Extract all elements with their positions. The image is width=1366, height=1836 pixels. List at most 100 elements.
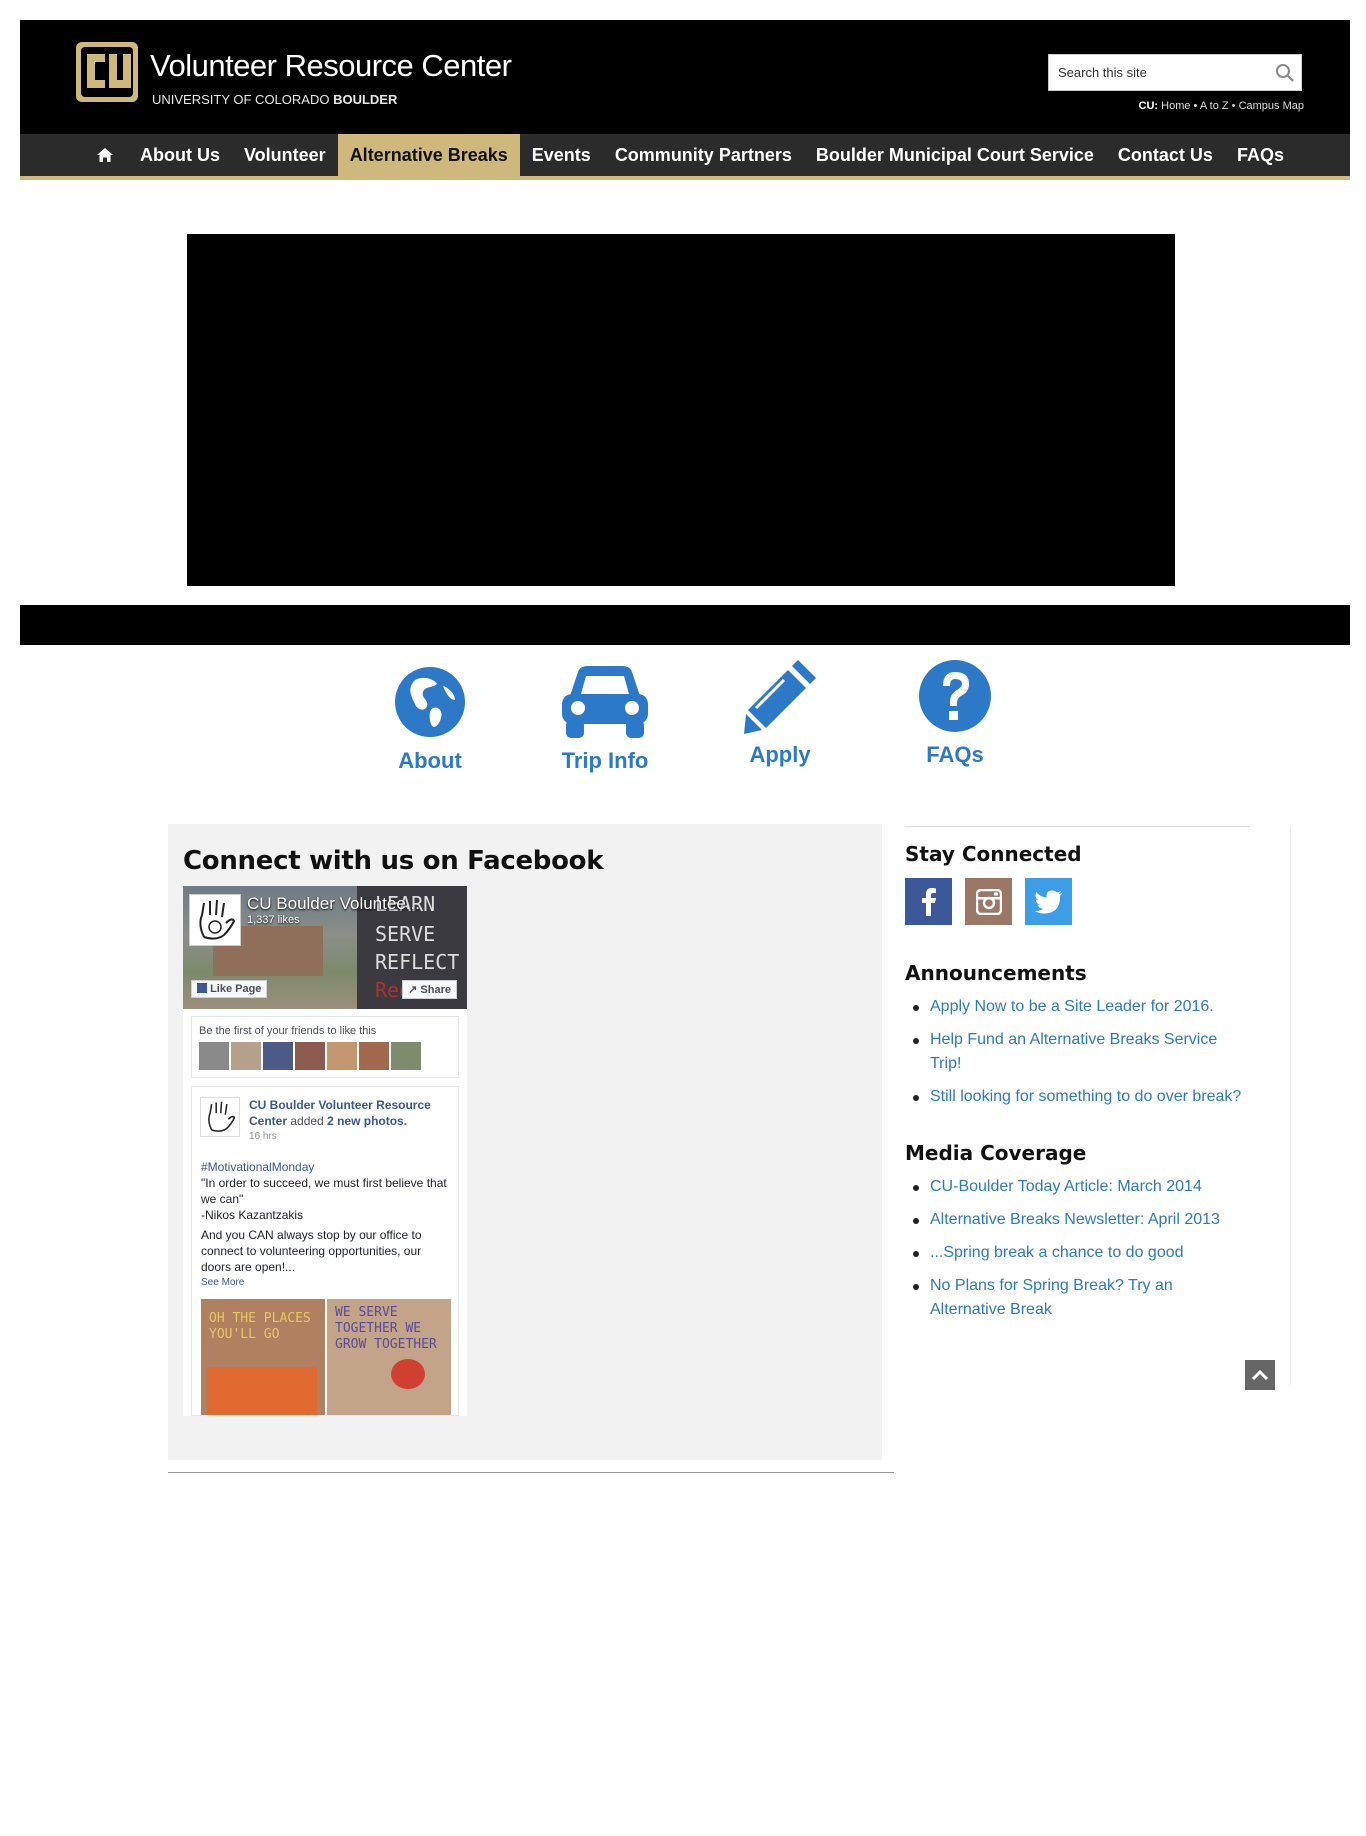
chevron-up-icon [1251, 1369, 1269, 1381]
post-text: And you CAN always stop by our office to… [201, 1228, 422, 1274]
friend-avatar[interactable] [391, 1042, 421, 1070]
pencil-icon [744, 660, 816, 734]
post-photos-link[interactable]: 2 new photos. [327, 1114, 407, 1128]
hero-video[interactable] [187, 234, 1175, 586]
announcement-link[interactable]: Apply Now to be a Site Leader for 2016. [905, 995, 1250, 1019]
media-link[interactable]: Alternative Breaks Newsletter: April 201… [905, 1208, 1250, 1232]
black-band [20, 605, 1350, 645]
quick-link-faqs-label: FAQs [926, 742, 984, 767]
search-icon[interactable] [1275, 63, 1295, 83]
search-input[interactable] [1049, 55, 1259, 90]
media-link[interactable]: ...Spring break a chance to do good [905, 1241, 1250, 1265]
site-title[interactable]: Volunteer Resource Center [150, 48, 512, 84]
post-time[interactable]: 16 hrs [249, 1131, 277, 1142]
friend-faces [199, 1042, 421, 1070]
announcement-link[interactable]: Help Fund an Alternative Breaks Service … [905, 1028, 1250, 1076]
quick-link-faqs[interactable]: FAQs [905, 656, 1005, 768]
util-az-link[interactable]: A to Z [1200, 100, 1229, 112]
twitter-link[interactable] [1025, 878, 1072, 925]
home-icon [97, 148, 113, 162]
post-photo[interactable]: OH THE PLACES YOU'LL GO [201, 1299, 325, 1415]
share-arrow-icon: ↗ [408, 984, 418, 996]
hand-logo-icon [208, 1101, 236, 1132]
friend-avatar[interactable] [263, 1042, 293, 1070]
post-body: #MotivationalMonday "In order to succeed… [201, 1159, 451, 1291]
post-photos: OH THE PLACES YOU'LL GO WE SERVE TOGETHE… [201, 1299, 451, 1415]
friend-avatar[interactable] [295, 1042, 325, 1070]
post-action: added [287, 1114, 328, 1128]
us-map-shape [207, 1367, 317, 1415]
friend-avatar[interactable] [199, 1042, 229, 1070]
sign-line: REFLECT [375, 950, 460, 974]
post-quote: "In order to succeed, we must first beli… [201, 1176, 447, 1206]
subtitle-bold: BOULDER [333, 92, 398, 107]
search-box [1048, 54, 1302, 91]
util-sep: • [1228, 100, 1239, 112]
sign-line: SERVE [375, 922, 436, 946]
nav-community-partners[interactable]: Community Partners [603, 134, 804, 176]
quick-link-apply[interactable]: Apply [730, 656, 830, 768]
util-home-link[interactable]: Home [1161, 100, 1190, 112]
nav-about-us[interactable]: About Us [128, 134, 232, 176]
util-prefix: CU: [1138, 100, 1159, 112]
util-map-link[interactable]: Campus Map [1239, 100, 1304, 112]
announcement-link[interactable]: Still looking for something to do over b… [905, 1085, 1250, 1109]
globe-icon [395, 667, 465, 737]
post-hashtag[interactable]: #MotivationalMonday [201, 1159, 451, 1175]
main-nav: About Us Volunteer Alternative Breaks Ev… [20, 134, 1350, 180]
nav-alternative-breaks[interactable]: Alternative Breaks [337, 134, 520, 176]
nav-events[interactable]: Events [520, 134, 603, 176]
site-subtitle[interactable]: UNIVERSITY OF COLORADO BOULDER [152, 92, 397, 107]
facebook-friends-box: Be the first of your friends to like thi… [191, 1016, 459, 1078]
flower-shape [391, 1359, 425, 1389]
facebook-like-button[interactable]: Like Page [191, 980, 268, 998]
post-see-more[interactable]: See More [201, 1275, 451, 1291]
nav-home[interactable] [82, 134, 128, 176]
announcements-list: Apply Now to be a Site Leader for 2016. … [905, 995, 1250, 1109]
nav-municipal-court[interactable]: Boulder Municipal Court Service [804, 134, 1106, 176]
cu-logo-icon[interactable] [72, 36, 142, 106]
quick-link-about-label: About [398, 748, 462, 773]
back-to-top-button[interactable] [1245, 1360, 1275, 1390]
media-heading: Media Coverage [905, 1141, 1087, 1165]
media-link[interactable]: No Plans for Spring Break? Try an Altern… [905, 1274, 1250, 1322]
utility-links: CU: Home • A to Z • Campus Map [1139, 100, 1304, 112]
facebook-share-button[interactable]: ↗ Share [402, 980, 457, 999]
friend-avatar[interactable] [231, 1042, 261, 1070]
facebook-cover[interactable]: LEARN SERVE REFLECT Reduce CU Boulder Vo… [183, 886, 467, 1009]
instagram-link[interactable] [965, 878, 1012, 925]
post-avatar[interactable] [200, 1097, 240, 1137]
facebook-widget: LEARN SERVE REFLECT Reduce CU Boulder Vo… [183, 886, 467, 1416]
like-label: Like Page [210, 983, 262, 995]
photo-caption: WE SERVE TOGETHER WE GROW TOGETHER [335, 1305, 437, 1352]
media-list: CU-Boulder Today Article: March 2014 Alt… [905, 1175, 1250, 1322]
quick-link-about[interactable]: About [380, 662, 480, 774]
nav-faqs[interactable]: FAQs [1225, 134, 1296, 176]
quick-link-trip-info[interactable]: Trip Info [545, 662, 665, 774]
sidebar: Stay Connected Announcements Apply Now t… [905, 828, 1250, 1331]
post-photo[interactable]: WE SERVE TOGETHER WE GROW TOGETHER [327, 1299, 451, 1415]
nav-contact-us[interactable]: Contact Us [1106, 134, 1225, 176]
photo-caption: OH THE PLACES YOU'LL GO [209, 1311, 311, 1342]
facebook-likes: 1,337 likes [247, 914, 300, 926]
facebook-icon [921, 887, 936, 916]
content-divider [168, 1472, 894, 1473]
sidebar-rule [905, 826, 1250, 827]
facebook-page-name[interactable]: CU Boulder Voluntee... [247, 894, 420, 914]
site-header: Volunteer Resource Center UNIVERSITY OF … [20, 20, 1350, 134]
facebook-page-avatar[interactable] [189, 894, 241, 946]
stay-connected-heading: Stay Connected [905, 842, 1082, 866]
friends-text: Be the first of your friends to like thi… [199, 1025, 377, 1037]
friend-avatar[interactable] [327, 1042, 357, 1070]
media-link[interactable]: CU-Boulder Today Article: March 2014 [905, 1175, 1250, 1199]
facebook-heading: Connect with us on Facebook [183, 846, 604, 876]
car-icon [562, 666, 648, 738]
question-icon [919, 660, 991, 732]
util-sep: • [1190, 100, 1200, 112]
twitter-icon [1034, 890, 1062, 913]
facebook-mini-icon [197, 983, 207, 993]
nav-volunteer[interactable]: Volunteer [232, 134, 338, 176]
post-header: CU Boulder Volunteer Resource Center add… [249, 1097, 454, 1129]
facebook-link[interactable] [905, 878, 952, 925]
friend-avatar[interactable] [359, 1042, 389, 1070]
